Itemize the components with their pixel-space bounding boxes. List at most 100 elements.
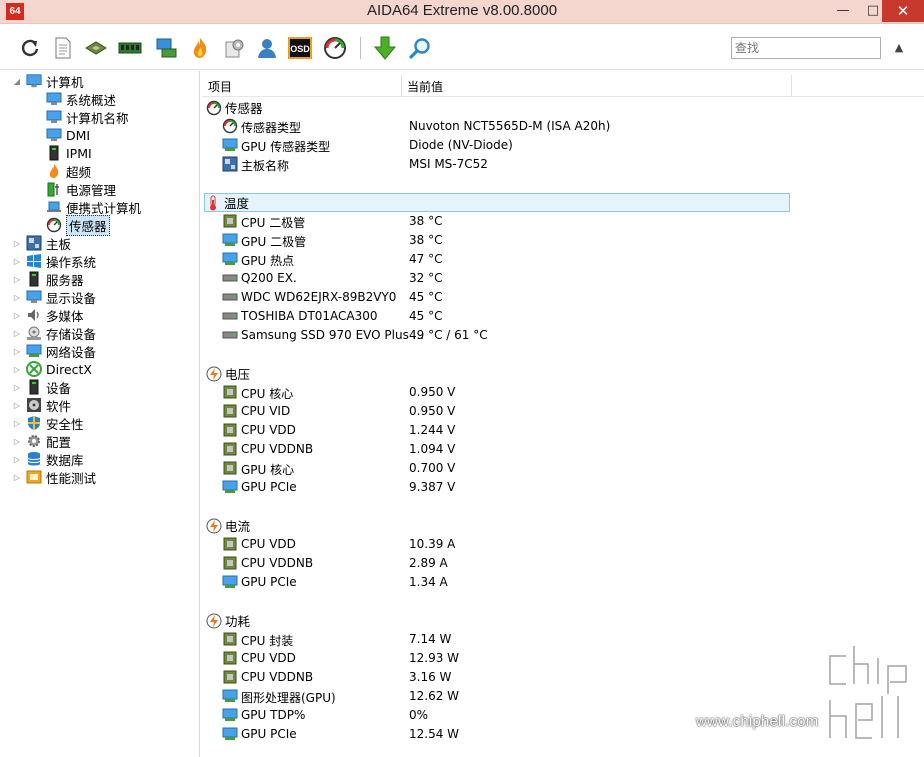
report-icon[interactable] — [50, 35, 76, 61]
expand-icon[interactable]: ▷ — [12, 419, 22, 428]
expand-icon[interactable]: ▷ — [12, 329, 22, 338]
row-label: WDC WD62EJRX-89B2VY0 — [241, 290, 397, 304]
expand-icon[interactable]: ▷ — [12, 347, 22, 356]
row-label: 主板名称 — [241, 159, 290, 173]
column-header-item[interactable]: 项目 — [208, 78, 232, 95]
flame-icon[interactable] — [187, 35, 213, 61]
memory-icon[interactable] — [117, 35, 143, 61]
list-row[interactable]: GPU 核心 0.700 V — [222, 459, 792, 478]
tree-item-sensor[interactable]: 传感器 — [46, 214, 110, 236]
expand-icon[interactable]: ▷ — [12, 275, 22, 284]
download-icon[interactable] — [372, 35, 398, 61]
expand-icon[interactable]: ▷ — [12, 401, 22, 410]
tree-node-directx[interactable]: ▷ DirectX — [12, 360, 92, 378]
list-row[interactable]: 传感器类型 Nuvoton NCT5565D-M (ISA A20h) — [222, 117, 792, 136]
group-header-temperature[interactable]: 温度 — [204, 193, 790, 212]
list-row[interactable]: CPU VDDNB 3.16 W — [222, 668, 792, 687]
list-row[interactable]: CPU VID 0.950 V — [222, 402, 792, 421]
list-row[interactable]: Q200 EX. 32 °C — [222, 269, 792, 288]
tree-item-label: 计算机名称 — [66, 110, 129, 126]
tree-item-laptop[interactable]: 便携式计算机 — [46, 198, 141, 216]
expand-icon[interactable]: ▷ — [12, 239, 22, 248]
list-row[interactable]: GPU 传感器类型 Diode (NV-Diode) — [222, 136, 792, 155]
list-row[interactable]: GPU PCIe 9.387 V — [222, 478, 792, 497]
settings-icon[interactable] — [221, 35, 247, 61]
column-divider[interactable] — [791, 75, 792, 97]
group-header-power[interactable]: 功耗 — [206, 611, 792, 630]
tree-node-motherboard[interactable]: ▷ 主板 — [12, 234, 71, 252]
sensor-list: 项目 当前值 传感器 传感器类型 Nuvoton NCT5565D-M (ISA… — [202, 71, 924, 757]
tree-node-network[interactable]: ▷ 网络设备 — [12, 342, 96, 360]
list-row[interactable]: CPU VDD 10.39 A — [222, 535, 792, 554]
close-button[interactable]: ✕ — [882, 0, 924, 22]
expand-icon[interactable]: ▷ — [12, 437, 22, 446]
expand-icon[interactable]: ▷ — [12, 455, 22, 464]
tree-item-overclock[interactable]: 超频 — [46, 162, 91, 180]
tree-node-multimedia[interactable]: ▷ 多媒体 — [12, 306, 84, 324]
tree-node-config[interactable]: ▷ 配置 — [12, 432, 71, 450]
list-row[interactable]: CPU 二极管 38 °C — [222, 212, 792, 231]
tree-node-label: 网络设备 — [46, 344, 97, 360]
drive-icon — [222, 289, 238, 305]
group-header-voltage[interactable]: 电压 — [206, 364, 792, 383]
toolbar-scroll-up-button[interactable]: ▲ — [891, 39, 907, 57]
tree-node-database[interactable]: ▷ 数据库 — [12, 450, 84, 468]
expand-icon[interactable]: ▷ — [12, 365, 22, 374]
tree-item-system-summary[interactable]: 系统概述 — [46, 90, 116, 108]
column-divider[interactable] — [401, 75, 402, 97]
tree-item-computer-name[interactable]: 计算机名称 — [46, 108, 129, 126]
list-row[interactable]: CPU 核心 0.950 V — [222, 383, 792, 402]
expand-icon[interactable]: ▷ — [12, 257, 22, 266]
user-icon[interactable] — [254, 35, 280, 61]
group-header-current[interactable]: 电流 — [206, 516, 792, 535]
list-row[interactable]: CPU VDD 12.93 W — [222, 649, 792, 668]
tree-item-ipmi[interactable]: IPMI — [46, 144, 92, 162]
tree-node-software[interactable]: ▷ 软件 — [12, 396, 71, 414]
expand-icon[interactable]: ▷ — [12, 293, 22, 302]
network-card-icon[interactable] — [153, 35, 179, 61]
group-header-sensor[interactable]: 传感器 — [206, 98, 792, 117]
list-row[interactable]: 图形处理器(GPU) 12.62 W — [222, 687, 792, 706]
list-row[interactable]: CPU VDDNB 2.89 A — [222, 554, 792, 573]
collapse-icon[interactable]: ◢ — [12, 77, 22, 86]
tree-item-label-selected: 传感器 — [66, 214, 110, 236]
row-label: CPU VDD — [241, 423, 296, 437]
tree-node-storage[interactable]: ▷ 存储设备 — [12, 324, 96, 342]
list-row[interactable]: CPU 封装 7.14 W — [222, 630, 792, 649]
tree-node-devices[interactable]: ▷ 设备 — [12, 378, 71, 396]
chip-icon — [222, 403, 238, 419]
tree-node-display[interactable]: ▷ 显示设备 — [12, 288, 96, 306]
list-row[interactable]: GPU 热点 47 °C — [222, 250, 792, 269]
expand-icon[interactable]: ▷ — [12, 383, 22, 392]
row-label: CPU 核心 — [241, 387, 294, 401]
row-label: CPU VDDNB — [241, 556, 314, 570]
list-row[interactable]: 主板名称 MSI MS-7C52 — [222, 155, 792, 174]
expand-icon[interactable]: ▷ — [12, 473, 22, 482]
tree-node-label: 性能测试 — [46, 470, 97, 486]
list-row[interactable]: GPU 二极管 38 °C — [222, 231, 792, 250]
tree-node-server[interactable]: ▷ 服务器 — [12, 270, 84, 288]
tree-node-benchmark[interactable]: ▷ 性能测试 — [12, 468, 96, 486]
list-row[interactable]: WDC WD62EJRX-89B2VY0 45 °C — [222, 288, 792, 307]
list-row[interactable]: GPU PCIe 1.34 A — [222, 573, 792, 592]
minimize-button[interactable]: — — [826, 0, 860, 22]
tree-item-power-management[interactable]: 电源管理 — [46, 180, 116, 198]
list-row[interactable]: CPU VDD 1.244 V — [222, 421, 792, 440]
refresh-icon[interactable] — [17, 35, 43, 61]
osd-icon[interactable]: OSD — [287, 35, 313, 61]
gauge-icon[interactable] — [322, 35, 348, 61]
tree-node-os[interactable]: ▷ 操作系统 — [12, 252, 96, 270]
tree-node-computer[interactable]: ◢ 计算机 — [12, 72, 84, 90]
gauge-icon — [46, 217, 62, 233]
expand-icon[interactable]: ▷ — [12, 311, 22, 320]
list-row[interactable]: Samsung SSD 970 EVO Plus ... 49 °C / 61 … — [222, 326, 792, 345]
list-row[interactable]: TOSHIBA DT01ACA300 45 °C — [222, 307, 792, 326]
search-input[interactable] — [731, 37, 881, 59]
column-header-value[interactable]: 当前值 — [407, 78, 443, 95]
motherboard-icon[interactable] — [83, 35, 109, 61]
tree-node-security[interactable]: ▷ 安全性 — [12, 414, 84, 432]
search-icon[interactable] — [407, 35, 433, 61]
tree-item-dmi[interactable]: DMI — [46, 126, 90, 144]
chip-icon — [222, 631, 238, 647]
list-row[interactable]: CPU VDDNB 1.094 V — [222, 440, 792, 459]
